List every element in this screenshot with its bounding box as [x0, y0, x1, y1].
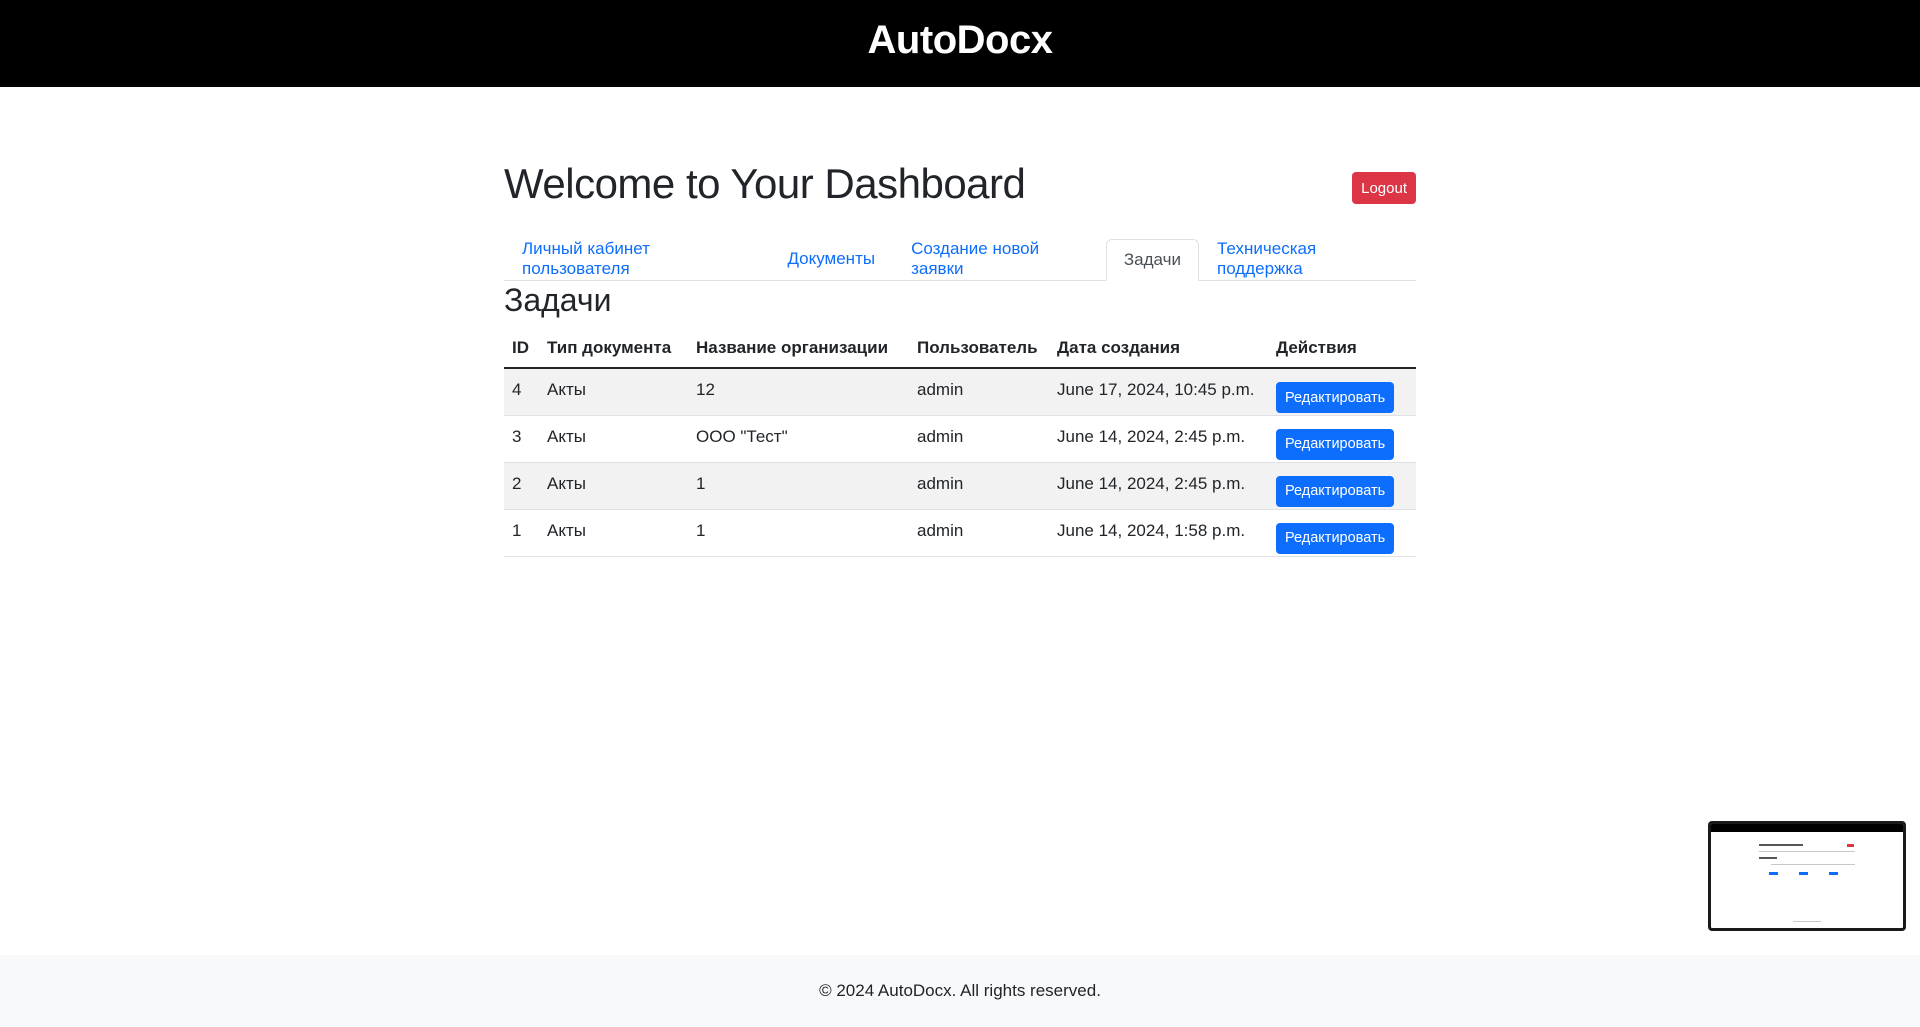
- column-header-id: ID: [504, 328, 539, 369]
- cell-created: June 14, 2024, 2:45 p.m.: [1049, 415, 1268, 463]
- cell-actions: Редактировать: [1268, 415, 1416, 463]
- thumbnail-header-bar: [1711, 824, 1903, 832]
- tab-tech-support[interactable]: Техническая поддержка: [1199, 239, 1416, 279]
- table-row: 3 Акты ООО "Тест" admin June 14, 2024, 2…: [504, 415, 1416, 463]
- cell-doc-type: Акты: [539, 415, 688, 463]
- cell-id: 4: [504, 368, 539, 416]
- thumbnail-title-line: [1759, 844, 1803, 846]
- cell-user: admin: [909, 462, 1049, 510]
- thumbnail-footer-line: [1793, 921, 1821, 922]
- thumbnail-table-line: [1771, 864, 1855, 865]
- cell-doc-type: Акты: [539, 462, 688, 510]
- cell-org-name: 12: [688, 368, 909, 416]
- table-row: 2 Акты 1 admin June 14, 2024, 2:45 p.m. …: [504, 462, 1416, 510]
- thumbnail-button-mark: [1769, 872, 1778, 875]
- cell-actions: Редактировать: [1268, 509, 1416, 557]
- table-row: 4 Акты 12 admin June 17, 2024, 10:45 p.m…: [504, 368, 1416, 416]
- table-row: 1 Акты 1 admin June 14, 2024, 1:58 p.m. …: [504, 509, 1416, 557]
- cell-id: 1: [504, 509, 539, 557]
- brand-logo-text[interactable]: AutoDocx: [868, 18, 1053, 63]
- logout-button[interactable]: Logout: [1352, 172, 1416, 204]
- thumbnail-button-mark: [1799, 872, 1808, 875]
- cell-created: June 17, 2024, 10:45 p.m.: [1049, 368, 1268, 416]
- page-title: Welcome to Your Dashboard: [504, 160, 1026, 207]
- column-header-user: Пользователь: [909, 328, 1049, 369]
- column-header-created: Дата создания: [1049, 328, 1268, 369]
- edit-button[interactable]: Редактировать: [1276, 428, 1395, 460]
- cell-doc-type: Акты: [539, 368, 688, 416]
- cell-actions: Редактировать: [1268, 368, 1416, 416]
- tab-documents[interactable]: Документы: [769, 239, 893, 279]
- thumbnail-section-line: [1759, 857, 1777, 859]
- section-title: Задачи: [504, 282, 612, 318]
- cell-org-name: 1: [688, 509, 909, 557]
- cell-actions: Редактировать: [1268, 462, 1416, 510]
- top-navbar: AutoDocx: [0, 0, 1920, 87]
- tasks-table: ID Тип документа Название организации По…: [504, 328, 1416, 557]
- screenshot-preview-thumbnail[interactable]: [1708, 821, 1906, 931]
- page-footer: © 2024 AutoDocx. All rights reserved.: [0, 955, 1920, 1027]
- tab-personal-account[interactable]: Личный кабинет пользователя: [504, 239, 769, 279]
- column-header-doc-type: Тип документа: [539, 328, 688, 369]
- thumbnail-button-mark: [1829, 872, 1838, 875]
- cell-id: 2: [504, 462, 539, 510]
- cell-user: admin: [909, 368, 1049, 416]
- column-header-actions: Действия: [1268, 328, 1416, 369]
- tab-bar: Личный кабинет пользователя Документы Со…: [504, 239, 1416, 281]
- thumbnail-tabs-line: [1759, 851, 1855, 852]
- footer-copyright: © 2024 AutoDocx. All rights reserved.: [819, 981, 1101, 1000]
- edit-button[interactable]: Редактировать: [1276, 522, 1395, 554]
- cell-id: 3: [504, 415, 539, 463]
- cell-doc-type: Акты: [539, 509, 688, 557]
- edit-button[interactable]: Редактировать: [1276, 382, 1395, 413]
- cell-created: June 14, 2024, 2:45 p.m.: [1049, 462, 1268, 510]
- tab-tasks[interactable]: Задачи: [1105, 239, 1199, 281]
- column-header-org-name: Название организации: [688, 328, 909, 369]
- edit-button[interactable]: Редактировать: [1276, 475, 1395, 507]
- thumbnail-logout-mark: [1847, 844, 1854, 847]
- table-header-row: ID Тип документа Название организации По…: [504, 328, 1416, 369]
- cell-user: admin: [909, 509, 1049, 557]
- cell-org-name: ООО "Тест": [688, 415, 909, 463]
- cell-user: admin: [909, 415, 1049, 463]
- tab-new-request[interactable]: Создание новой заявки: [893, 239, 1106, 279]
- cell-created: June 14, 2024, 1:58 p.m.: [1049, 509, 1268, 557]
- cell-org-name: 1: [688, 462, 909, 510]
